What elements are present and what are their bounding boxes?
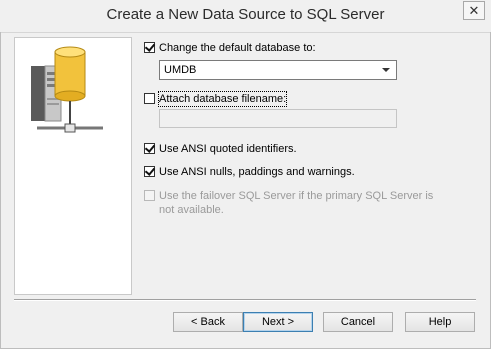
failover-label: Use the failover SQL Server if the prima… (159, 190, 434, 216)
change-db-checkbox[interactable] (144, 42, 155, 53)
failover-checkbox (144, 190, 155, 201)
database-select-value: UMDB (164, 64, 197, 76)
attach-db-checkbox[interactable] (144, 93, 155, 104)
next-button[interactable]: Next > (243, 312, 313, 332)
attach-db-label: Attach database filename: (157, 91, 288, 107)
window-title: Create a New Data Source to SQL Server (106, 6, 385, 23)
cancel-button[interactable]: Cancel (323, 312, 393, 332)
change-db-label: Change the default database to: (159, 42, 316, 54)
chevron-down-icon[interactable] (382, 68, 390, 72)
failover-row: Use the failover SQL Server if the prima… (144, 189, 439, 217)
help-button[interactable]: Help (405, 312, 475, 332)
change-db-row[interactable]: Change the default database to: (144, 41, 316, 55)
ansi-quoted-checkbox[interactable] (144, 143, 155, 154)
ansi-quoted-row[interactable]: Use ANSI quoted identifiers. (144, 142, 297, 156)
close-icon: ✕ (468, 2, 480, 18)
title-bar: Create a New Data Source to SQL Server ✕ (0, 0, 491, 33)
close-button[interactable]: ✕ (463, 1, 485, 20)
attach-db-filename-input (159, 109, 397, 128)
ansi-nulls-checkbox[interactable] (144, 166, 155, 177)
database-select[interactable]: UMDB (159, 60, 397, 80)
database-server-icon (31, 46, 103, 133)
attach-db-row[interactable]: Attach database filename: (144, 91, 288, 107)
divider (14, 299, 476, 301)
ansi-nulls-row[interactable]: Use ANSI nulls, paddings and warnings. (144, 165, 355, 179)
back-button[interactable]: < Back (173, 312, 243, 332)
ansi-quoted-label: Use ANSI quoted identifiers. (159, 143, 297, 155)
ansi-nulls-label: Use ANSI nulls, paddings and warnings. (159, 166, 355, 178)
wizard-art-panel (14, 37, 132, 295)
